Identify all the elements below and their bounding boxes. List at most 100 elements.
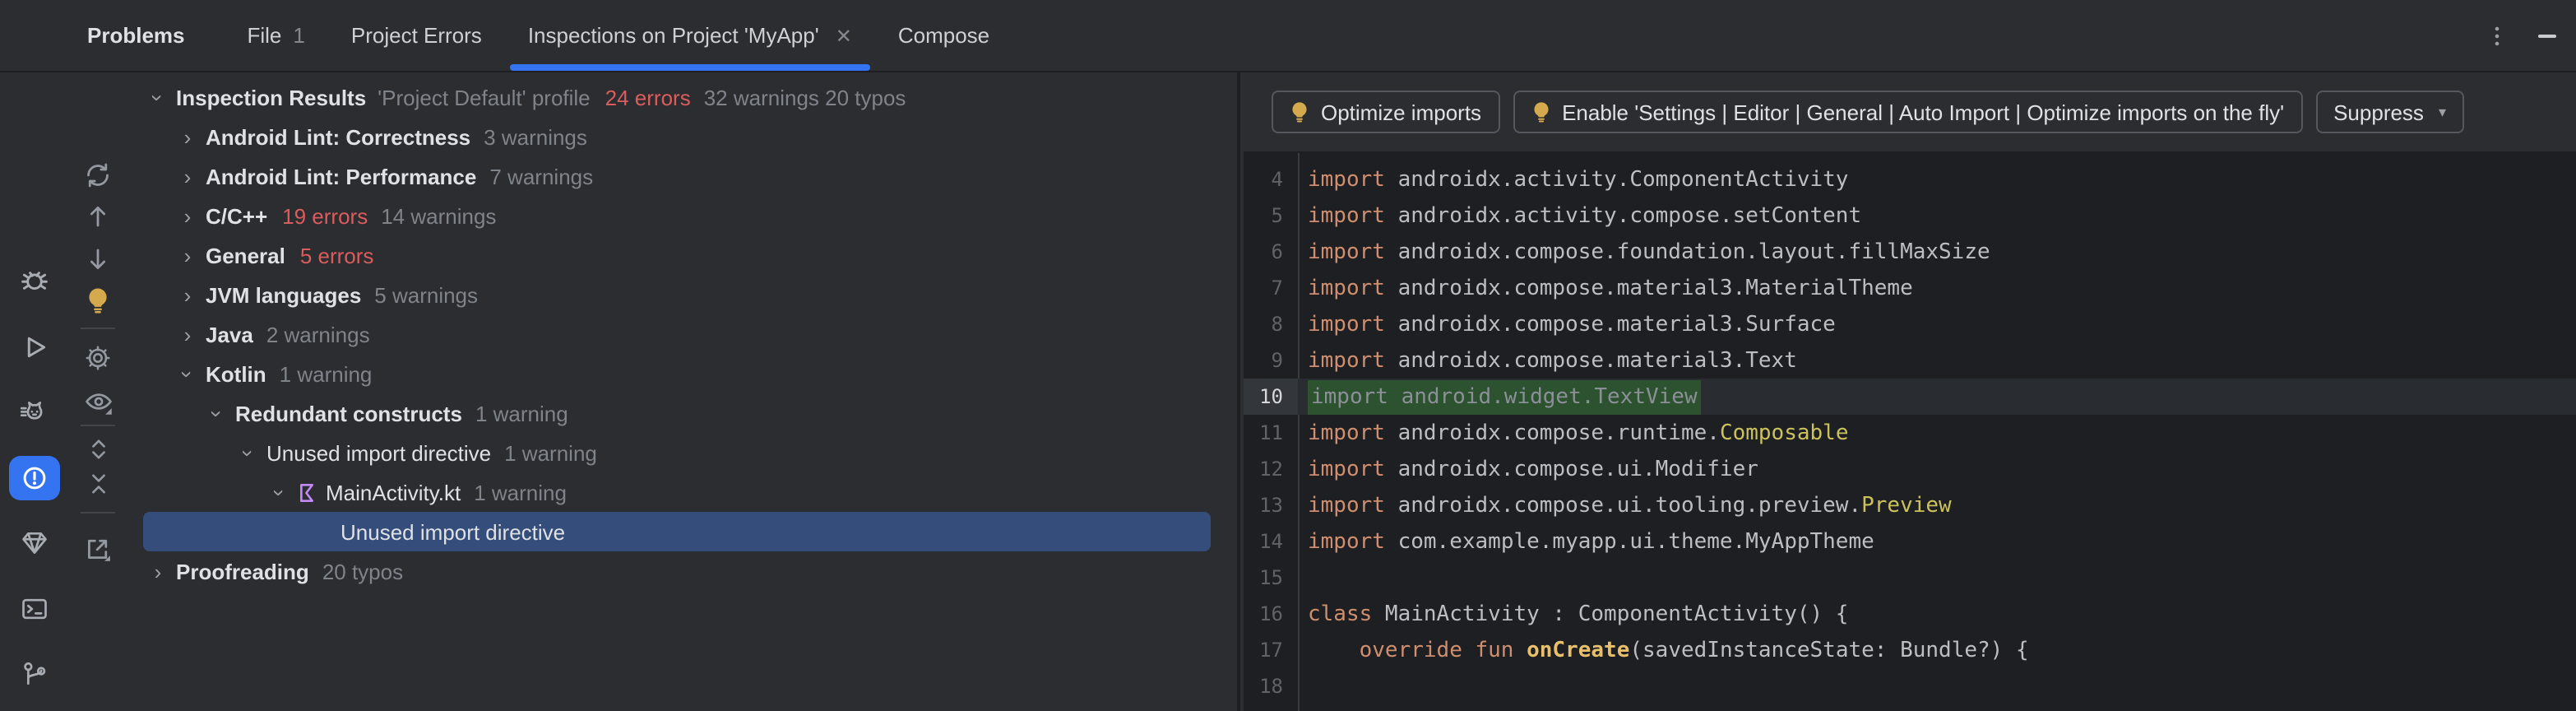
tab-project-errors[interactable]: Project Errors (328, 0, 505, 71)
collapse-all-icon[interactable] (81, 467, 114, 500)
code-line[interactable]: 17 override fun onCreate(savedInstanceSt… (1244, 632, 2576, 668)
tree-row-unused-import-item[interactable]: Unused import directive (143, 512, 1211, 551)
line-number[interactable]: 15 (1244, 560, 1298, 596)
expand-all-icon[interactable] (81, 433, 114, 466)
tab-count-badge: 1 (293, 23, 304, 48)
code-line[interactable]: 5 import androidx.activity.compose.setCo… (1244, 198, 2576, 234)
line-number[interactable]: 9 (1244, 342, 1298, 379)
profiler-icon[interactable] (14, 393, 53, 433)
tab-label: Compose (898, 23, 989, 48)
ide-window: Problems File 1 Project Errors Inspectio… (0, 0, 2576, 711)
code-line[interactable]: 12 import androidx.compose.ui.Modifier (1244, 451, 2576, 487)
line-number[interactable]: 18 (1244, 668, 1298, 704)
minimize-icon[interactable] (2538, 35, 2556, 38)
code-line[interactable]: 11 import androidx.compose.runtime.Compo… (1244, 415, 2576, 451)
settings-gear-icon[interactable] (81, 341, 114, 374)
chevron-right-icon[interactable]: › (173, 124, 202, 149)
warning-count: 3 warnings (484, 124, 587, 149)
warning-count: 1 warning (504, 440, 597, 465)
line-number[interactable]: 11 (1244, 415, 1298, 451)
code-line[interactable]: 16 class MainActivity : ComponentActivit… (1244, 596, 2576, 632)
profile-note: 'Project Default' profile (378, 85, 591, 109)
tree-row-proofreading[interactable]: › Proofreading 20 typos (128, 551, 1237, 591)
chevron-down-icon[interactable]: › (205, 398, 229, 428)
line-number[interactable]: 5 (1244, 198, 1298, 234)
lightbulb-icon (1290, 100, 1309, 123)
warning-count: 14 warnings (381, 203, 496, 228)
error-count: 19 errors (282, 203, 368, 228)
problems-toolbar (67, 72, 130, 711)
debug-icon[interactable] (14, 260, 53, 300)
tool-window-stripe (0, 0, 69, 711)
tree-row-general[interactable]: › General 5 errors (128, 235, 1237, 275)
error-count: 24 errors (605, 85, 691, 109)
chevron-right-icon[interactable]: › (173, 243, 202, 267)
code-line-unused-import[interactable]: 10 import android.widget.TextView (1244, 379, 2576, 415)
open-in-editor-icon[interactable] (81, 532, 114, 565)
git-branch-icon[interactable] (14, 655, 53, 695)
line-number[interactable]: 7 (1244, 270, 1298, 306)
tab-inspections[interactable]: Inspections on Project 'MyApp' ✕ (505, 0, 875, 71)
quick-fix-actions-bar: Optimize imports Enable 'Settings | Edit… (1244, 72, 2576, 153)
code-line[interactable]: 18 (1244, 668, 2576, 704)
tree-row-jvm-languages[interactable]: › JVM languages 5 warnings (128, 275, 1237, 314)
line-number[interactable]: 10 (1244, 379, 1298, 415)
kebab-menu-icon[interactable] (2486, 25, 2509, 48)
gem-icon[interactable] (14, 523, 53, 563)
code-line[interactable]: 7 import androidx.compose.material3.Mate… (1244, 270, 2576, 306)
tree-row-mainactivity-file[interactable]: › MainActivity.kt 1 warning (128, 472, 1237, 512)
line-number[interactable]: 13 (1244, 487, 1298, 523)
code-line[interactable]: 9 import androidx.compose.material3.Text (1244, 342, 2576, 379)
quick-fix-lightbulb-icon[interactable] (81, 283, 114, 316)
chevron-right-icon[interactable]: › (173, 164, 202, 188)
previous-problem-icon[interactable] (81, 199, 114, 232)
tab-label: Project Errors (351, 23, 482, 48)
suppress-button[interactable]: Suppress ▾ (2315, 91, 2464, 133)
rerun-inspection-icon[interactable] (81, 158, 114, 191)
warning-count: 2 warnings (266, 322, 370, 346)
code-editor[interactable]: 4 import androidx.activity.ComponentActi… (1244, 153, 2576, 711)
optimize-imports-button[interactable]: Optimize imports (1272, 91, 1499, 133)
code-line[interactable]: 4 import androidx.activity.ComponentActi… (1244, 161, 2576, 198)
line-number[interactable]: 14 (1244, 523, 1298, 560)
next-problem-icon[interactable] (81, 242, 114, 275)
chevron-right-icon[interactable]: › (173, 322, 202, 346)
tree-row-redundant-constructs[interactable]: › Redundant constructs 1 warning (128, 393, 1237, 433)
code-line[interactable]: 14 import com.example.myapp.ui.theme.MyA… (1244, 523, 2576, 560)
chevron-right-icon[interactable]: › (173, 282, 202, 307)
lightbulb-icon (1531, 100, 1550, 123)
typo-count: 20 typos (322, 559, 403, 583)
chevron-right-icon[interactable]: › (143, 559, 173, 583)
tree-row-java[interactable]: › Java 2 warnings (128, 314, 1237, 354)
tree-row-c-cpp[interactable]: › C/C++ 19 errors 14 warnings (128, 196, 1237, 235)
code-line[interactable]: 6 import androidx.compose.foundation.lay… (1244, 234, 2576, 270)
tree-row-inspection-results[interactable]: › Inspection Results 'Project Default' p… (128, 77, 1237, 117)
code-line[interactable]: 13 import androidx.compose.ui.tooling.pr… (1244, 487, 2576, 523)
tree-row-unused-import-group[interactable]: › Unused import directive 1 warning (128, 433, 1237, 472)
line-number[interactable]: 4 (1244, 161, 1298, 198)
line-number[interactable]: 16 (1244, 596, 1298, 632)
problems-icon[interactable] (8, 456, 59, 500)
chevron-down-icon[interactable]: › (267, 477, 292, 507)
run-icon[interactable] (14, 328, 53, 367)
enable-optimize-on-the-fly-button[interactable]: Enable 'Settings | Editor | General | Au… (1513, 91, 2302, 133)
tab-file[interactable]: File 1 (225, 0, 328, 71)
chevron-down-icon[interactable]: › (236, 438, 261, 467)
tab-compose[interactable]: Compose (875, 0, 1012, 71)
terminal-icon[interactable] (14, 589, 53, 629)
chevron-right-icon[interactable]: › (173, 203, 202, 228)
kotlin-file-icon (296, 481, 317, 503)
chevron-down-icon[interactable]: › (175, 359, 200, 388)
line-number[interactable]: 17 (1244, 632, 1298, 668)
tree-row-lint-correctness[interactable]: › Android Lint: Correctness 3 warnings (128, 117, 1237, 156)
code-line[interactable]: 15 (1244, 560, 2576, 596)
line-number[interactable]: 6 (1244, 234, 1298, 270)
line-number[interactable]: 12 (1244, 451, 1298, 487)
preview-eye-icon[interactable] (81, 385, 114, 418)
chevron-down-icon[interactable]: › (146, 82, 170, 112)
code-line[interactable]: 8 import androidx.compose.material3.Surf… (1244, 306, 2576, 342)
close-tab-icon[interactable]: ✕ (836, 24, 852, 47)
tree-row-kotlin[interactable]: › Kotlin 1 warning (128, 354, 1237, 393)
line-number[interactable]: 8 (1244, 306, 1298, 342)
tree-row-lint-performance[interactable]: › Android Lint: Performance 7 warnings (128, 156, 1237, 196)
